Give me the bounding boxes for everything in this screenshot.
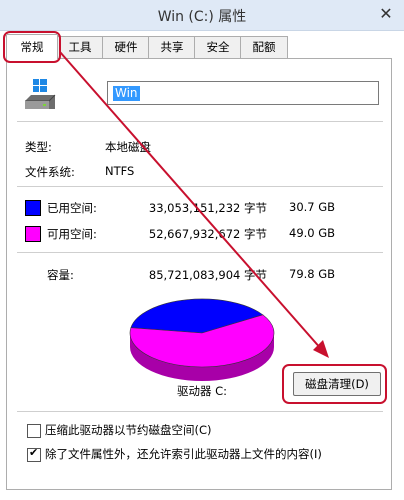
tab-security[interactable]: 安全 bbox=[194, 36, 242, 58]
close-button[interactable]: ✕ bbox=[376, 4, 396, 24]
disk-usage-pie-chart bbox=[129, 298, 275, 381]
tab-sharing[interactable]: 共享 bbox=[148, 36, 196, 58]
general-panel: Win 类型: 本地磁盘 文件系统: NTFS 已用空间: 33,053,151… bbox=[6, 58, 392, 490]
type-value: 本地磁盘 bbox=[105, 140, 151, 154]
divider bbox=[17, 252, 383, 253]
tab-general[interactable]: 常规 bbox=[6, 34, 58, 59]
divider bbox=[17, 121, 383, 122]
tab-tools[interactable]: 工具 bbox=[56, 36, 104, 58]
index-option-label: 除了文件属性外，还允许索引此驱动器上文件的内容(I) bbox=[45, 447, 322, 461]
tab-hardware[interactable]: 硬件 bbox=[102, 36, 150, 58]
used-space-bytes: 33,053,151,232 字节 bbox=[148, 201, 267, 215]
divider bbox=[17, 411, 383, 412]
compress-option-label: 压缩此驱动器以节约磁盘空间(C) bbox=[45, 423, 212, 437]
drive-name-value: Win bbox=[113, 86, 140, 101]
window-title: Win (C:) 属性 bbox=[157, 9, 247, 25]
free-space-swatch bbox=[25, 226, 41, 242]
used-space-gb: 30.7 GB bbox=[289, 200, 336, 214]
used-space-label: 已用空间: bbox=[47, 201, 97, 215]
drive-name-input[interactable]: Win bbox=[107, 81, 379, 105]
annotation-highlight-cleanup bbox=[282, 364, 387, 404]
capacity-bytes: 85,721,083,904 字节 bbox=[148, 268, 267, 282]
capacity-gb: 79.8 GB bbox=[289, 267, 336, 281]
free-space-label: 可用空间: bbox=[47, 227, 97, 241]
free-space-bytes: 52,667,932,672 字节 bbox=[148, 227, 267, 241]
type-label: 类型: bbox=[25, 140, 52, 154]
used-space-swatch bbox=[25, 200, 41, 216]
drive-label: 驱动器 C: bbox=[176, 384, 228, 398]
drive-icon bbox=[25, 79, 56, 109]
capacity-label: 容量: bbox=[47, 268, 74, 282]
index-checkbox[interactable] bbox=[27, 446, 41, 462]
filesystem-value: NTFS bbox=[105, 164, 135, 178]
tab-quota[interactable]: 配额 bbox=[240, 36, 288, 58]
free-space-gb: 49.0 GB bbox=[289, 226, 336, 240]
title-bar: Win (C:) 属性 ✕ bbox=[0, 0, 404, 31]
close-icon: ✕ bbox=[379, 4, 393, 23]
divider bbox=[17, 186, 383, 187]
compress-checkbox[interactable] bbox=[27, 424, 41, 438]
filesystem-label: 文件系统: bbox=[25, 165, 75, 179]
